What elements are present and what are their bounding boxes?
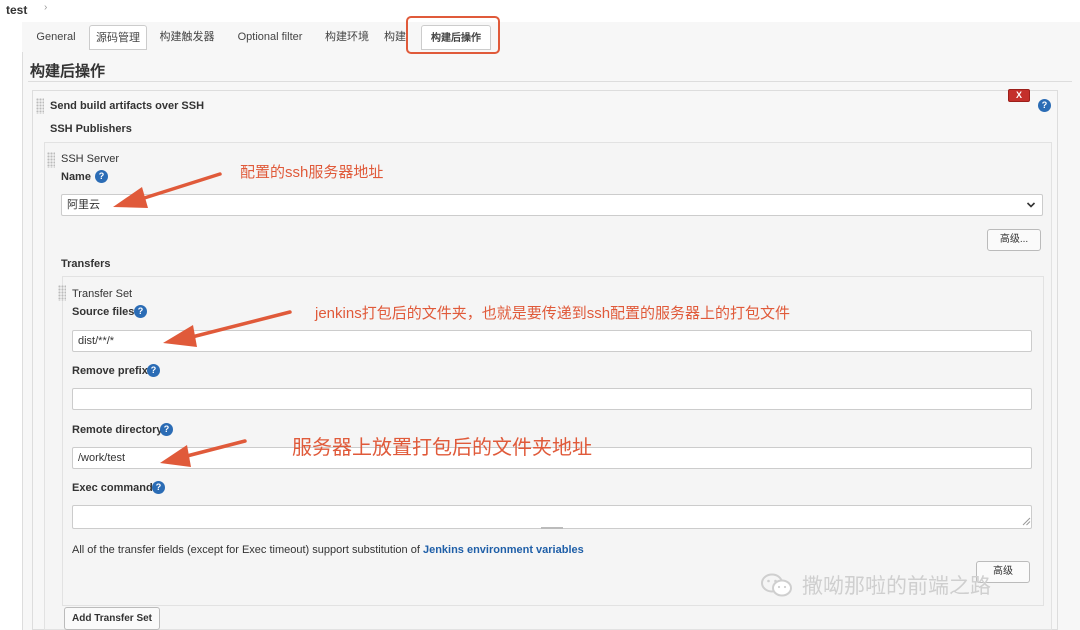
wechat-icon: [761, 573, 792, 597]
arrow-icon: [113, 172, 222, 208]
arrow-icon: [160, 439, 247, 467]
arrow-icon: [163, 310, 292, 347]
watermark-text: 撒呦那啦的前端之路: [802, 575, 991, 598]
annotation-arrows: [113, 172, 292, 467]
